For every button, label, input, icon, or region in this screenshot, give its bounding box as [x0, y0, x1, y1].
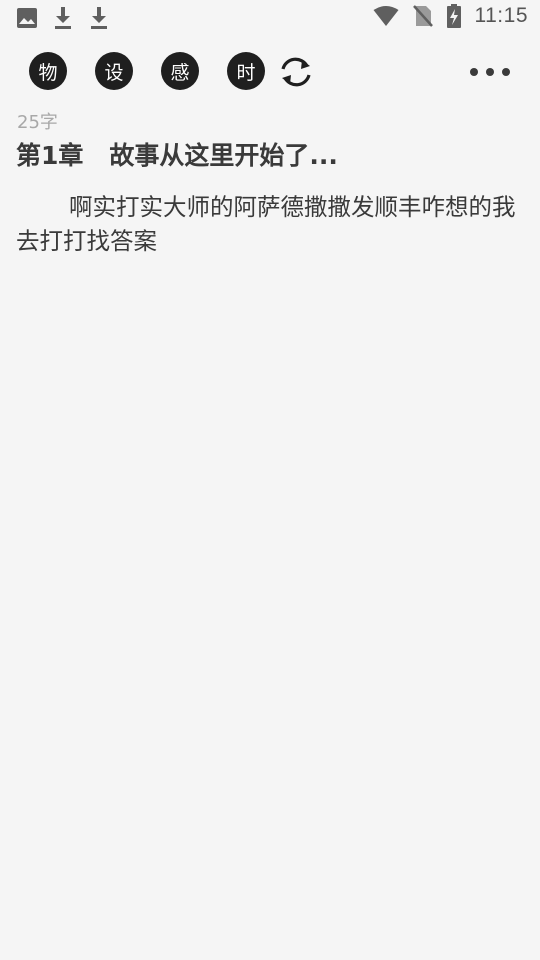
chapter-number: 第1章 — [16, 141, 84, 170]
refresh-icon[interactable] — [278, 54, 314, 90]
download-icon — [88, 6, 110, 30]
more-horizontal-icon[interactable] — [468, 64, 512, 78]
status-bar: 11:15 — [0, 0, 540, 36]
setting-button[interactable]: 设 — [95, 52, 133, 90]
chapter-body[interactable]: 啊实打实大师的阿萨德撒撒发顺丰咋想的我去打打找答案 — [16, 190, 516, 258]
character-button[interactable]: 物 — [29, 52, 67, 90]
system-icons: 11:15 — [373, 4, 529, 28]
status-time: 11:15 — [474, 4, 528, 27]
inspiration-button[interactable]: 感 — [161, 52, 199, 90]
no-sim-icon — [412, 4, 433, 28]
chapter-name: 故事从这里开始了... — [109, 141, 338, 170]
notification-icons — [16, 6, 110, 30]
timeline-button[interactable]: 时 — [227, 52, 265, 90]
word-count: 25字 — [17, 112, 58, 133]
chapter-title[interactable]: 第1章 故事从这里开始了... — [16, 136, 338, 172]
battery-charging-icon — [446, 4, 461, 28]
image-icon — [16, 7, 38, 29]
download-icon — [52, 6, 74, 30]
wifi-icon — [373, 5, 399, 27]
toolbar: 物 设 感 时 — [0, 50, 540, 92]
